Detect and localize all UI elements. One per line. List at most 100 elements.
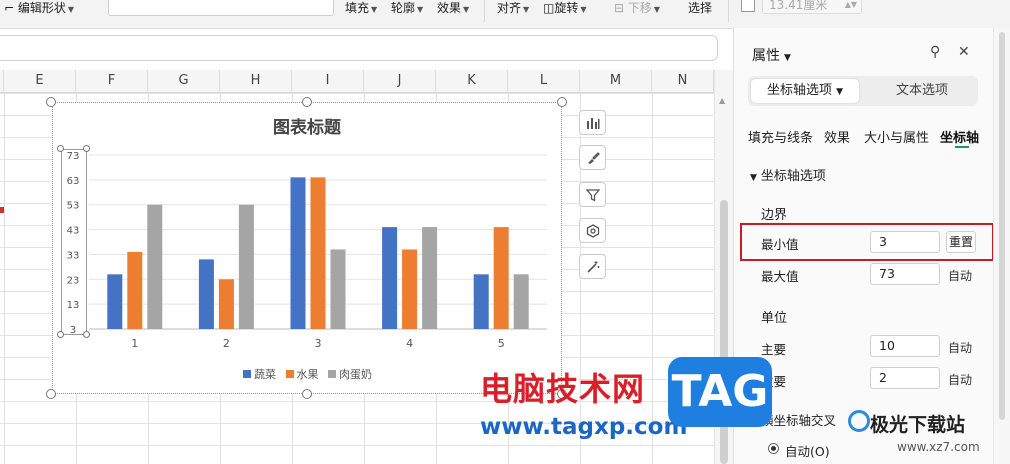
triangle-down-icon: ▼ xyxy=(750,173,757,183)
chart-object[interactable]: 图表标题 3 13 23 33 43 53 63 73 1 2 3 4 5 蔬菜 水果 肉蛋奶 xyxy=(52,102,562,394)
bar xyxy=(290,177,306,329)
units-heading: 单位 xyxy=(761,311,788,326)
paintbrush-icon xyxy=(588,152,600,164)
edit-shape-icon: ⌐ xyxy=(4,1,15,15)
effect-button[interactable]: 效果 ▼ xyxy=(437,0,469,18)
outline-button[interactable]: 轮廓 ▼ xyxy=(391,0,423,18)
quick-layout-button[interactable] xyxy=(579,254,606,279)
x-tick-label: 3 xyxy=(315,337,322,350)
magic-wand-icon xyxy=(587,261,600,273)
select-button[interactable]: 选择 xyxy=(688,0,712,18)
active-tab-indicator xyxy=(955,146,969,148)
move-down-icon: ⊟ xyxy=(614,1,625,15)
subtab-size-properties[interactable]: 大小与属性 xyxy=(864,127,929,146)
legend-item: 肉蛋奶 xyxy=(328,368,372,381)
chevron-down-icon: ▼ xyxy=(463,5,470,14)
auto-radio-label[interactable]: 自动(O) xyxy=(785,441,830,460)
tab-text-options[interactable]: 文本选项 xyxy=(870,79,974,103)
column-header-j[interactable]: J xyxy=(364,70,436,92)
chevron-down-icon: ▼ xyxy=(523,5,530,14)
column-header-f[interactable]: F xyxy=(76,70,148,92)
x-tick-label: 2 xyxy=(223,337,230,350)
size-input[interactable]: 13.41厘米 ▲▼ xyxy=(762,0,862,14)
highlight-box xyxy=(740,223,994,261)
major-auto-label[interactable]: 自动 xyxy=(948,339,972,356)
ribbon-toolbar: ⌐ 编辑形状 ▼ 填充 ▼ 轮廓 ▼ 效果 ▼ 对齐 ▼ ◫旋转 ▼ ⊟ 下移 ▼ 选择 13… xyxy=(0,0,1010,29)
y-tick-label: 73 xyxy=(67,151,80,162)
chart-filter-button[interactable] xyxy=(579,182,606,207)
column-header-k[interactable]: K xyxy=(436,70,508,92)
bar xyxy=(422,227,438,329)
auto-radio[interactable] xyxy=(768,443,779,454)
max-auto-label[interactable]: 自动 xyxy=(948,267,972,284)
column-header-h[interactable]: H xyxy=(220,70,292,92)
close-icon[interactable]: ✕ xyxy=(958,44,970,60)
fill-button[interactable]: 填充 ▼ xyxy=(345,0,377,18)
resize-handle[interactable] xyxy=(302,97,312,107)
watermark-brand-url: www.xz7.com xyxy=(897,440,980,454)
axis-handle[interactable] xyxy=(57,145,64,152)
y-tick-label: 23 xyxy=(67,275,80,286)
bar xyxy=(513,274,529,329)
bar xyxy=(107,274,123,329)
axis-handle[interactable] xyxy=(83,145,90,152)
legend-swatch xyxy=(243,370,251,378)
subtab-effect[interactable]: 效果 xyxy=(824,127,850,146)
chart-style-button[interactable] xyxy=(579,145,606,170)
subtab-axis[interactable]: 坐标轴 xyxy=(940,127,979,146)
formula-bar[interactable] xyxy=(0,35,718,61)
scrollbar-thumb[interactable] xyxy=(999,32,1005,420)
column-headers: E F G H I J K L M N xyxy=(0,70,714,93)
pin-icon[interactable]: ⚲ xyxy=(930,44,940,60)
align-button[interactable]: 对齐 ▼ xyxy=(497,0,529,18)
x-tick-label: 4 xyxy=(406,337,413,350)
panel-vertical-scrollbar[interactable] xyxy=(993,28,1010,464)
resize-handle[interactable] xyxy=(302,389,312,399)
square-icon xyxy=(741,0,755,12)
bounds-heading: 边界 xyxy=(761,208,788,223)
bar xyxy=(402,249,418,329)
resize-handle[interactable] xyxy=(46,97,56,107)
bar xyxy=(310,177,326,329)
chart-settings-button[interactable] xyxy=(579,218,606,243)
chart-elements-button[interactable] xyxy=(579,110,606,135)
column-header-n[interactable]: N xyxy=(652,70,714,92)
chart-legend[interactable]: 蔬菜 水果 肉蛋奶 xyxy=(243,366,372,382)
chart-plot-area: 3132333435363731 2 3 4 5 xyxy=(67,151,547,350)
minor-auto-label[interactable]: 自动 xyxy=(948,371,972,388)
chevron-down-icon: ▼ xyxy=(653,5,661,14)
name-box-input[interactable] xyxy=(108,0,334,16)
y-tick-label: 13 xyxy=(67,300,80,311)
minor-unit-input[interactable]: 2 xyxy=(870,367,940,389)
axis-handle[interactable] xyxy=(57,331,64,338)
column-header-e[interactable]: E xyxy=(4,70,76,92)
resize-handle[interactable] xyxy=(46,389,56,399)
move-down-button[interactable]: ⊟ 下移 ▼ xyxy=(614,0,660,18)
max-value-input[interactable]: 73 xyxy=(870,263,940,285)
max-label: 最大值 xyxy=(761,269,799,284)
column-header-i[interactable]: I xyxy=(292,70,364,92)
properties-panel: 属性 ▼ ⚲ ✕ 坐标轴选项 ▼ 文本选项 填充与线条 效果 大小与属性 坐标轴 … xyxy=(733,28,1010,464)
panel-title[interactable]: 属性 ▼ xyxy=(752,45,791,65)
column-header-l[interactable]: L xyxy=(508,70,580,92)
axis-handle[interactable] xyxy=(83,331,90,338)
chart-elements-icon xyxy=(587,118,600,129)
y-tick-label: 53 xyxy=(67,201,80,212)
tab-axis-options[interactable]: 坐标轴选项 ▼ xyxy=(751,79,859,103)
edit-shape-button[interactable]: ⌐ 编辑形状 ▼ xyxy=(4,0,74,18)
watermark-brand: 极光下载站 xyxy=(870,414,966,436)
scroll-up-icon[interactable]: ▲ xyxy=(719,96,725,105)
column-header-g[interactable]: G xyxy=(148,70,220,92)
rotate-button[interactable]: ◫旋转 ▼ xyxy=(543,0,587,18)
brand-logo-icon xyxy=(848,410,870,432)
column-header-m[interactable]: M xyxy=(580,70,652,92)
section-axis-options[interactable]: ▼ 坐标轴选项 xyxy=(750,165,826,184)
resize-handle[interactable] xyxy=(557,97,567,107)
y-tick-label: 3 xyxy=(70,325,76,336)
major-unit-input[interactable]: 10 xyxy=(870,335,940,357)
ribbon-divider xyxy=(484,0,485,22)
gear-icon xyxy=(586,224,600,238)
subtab-fill-line[interactable]: 填充与线条 xyxy=(748,127,813,146)
y-tick-label: 63 xyxy=(67,176,80,187)
bar xyxy=(473,274,489,329)
